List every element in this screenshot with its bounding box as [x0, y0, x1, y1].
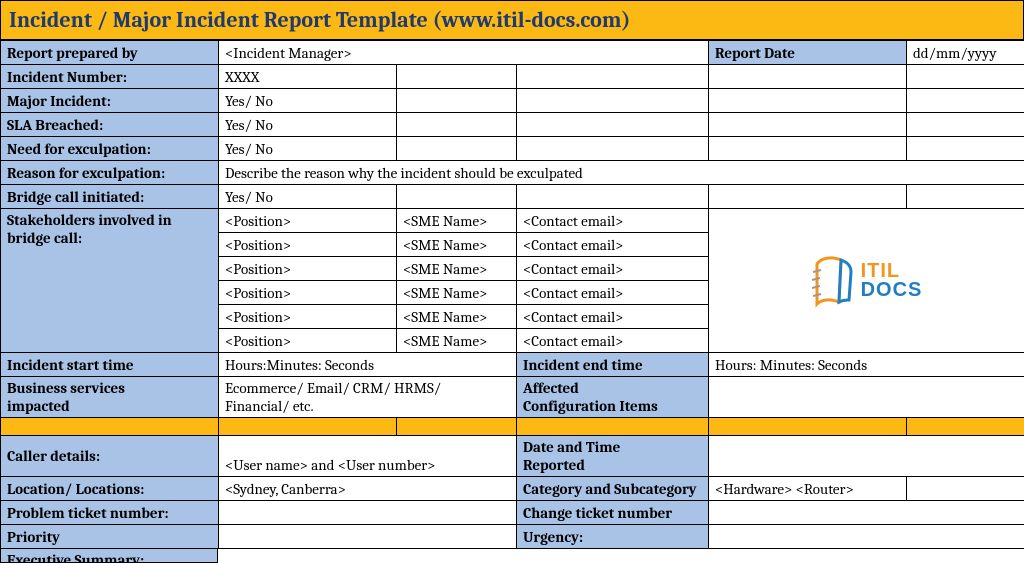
value-need-exculpation[interactable]: Yes/ No — [219, 137, 397, 161]
itil-docs-logo-icon — [811, 252, 855, 310]
cell-blank[interactable] — [517, 113, 709, 137]
stakeholder-position[interactable]: <Position> — [219, 257, 397, 281]
lbl-line: Reported — [523, 456, 585, 474]
stakeholder-position[interactable]: <Position> — [219, 305, 397, 329]
label-exec-summary: Executive Summary: — [0, 549, 218, 563]
label-datetime-reported: Date and Time Reported — [517, 436, 709, 477]
label-category-sub: Category and Subcategory — [517, 477, 709, 501]
label-reason-exculpation: Reason for exculpation: — [1, 161, 219, 185]
label-need-exculpation: Need for exculpation: — [1, 137, 219, 161]
lbl-line: Configuration Items — [523, 397, 658, 415]
value-incident-end[interactable]: Hours: Minutes: Seconds — [709, 353, 1024, 377]
stakeholder-email[interactable]: <Contact email> — [517, 257, 709, 281]
divider-row — [1, 418, 1024, 436]
cell-blank[interactable] — [709, 65, 907, 89]
lbl-line: Business services — [7, 379, 125, 397]
label-major-incident: Major Incident: — [1, 89, 219, 113]
value-incident-number[interactable]: XXXX — [219, 65, 397, 89]
value-priority[interactable] — [219, 525, 517, 549]
label-stakeholders-line1: Stakeholders involved in — [7, 211, 172, 229]
stakeholder-sme[interactable]: <SME Name> — [397, 233, 517, 257]
cell-blank[interactable] — [517, 185, 709, 209]
value-report-date[interactable]: dd/mm/yyyy — [907, 41, 1024, 65]
value-prepared-by[interactable]: <Incident Manager> — [219, 41, 709, 65]
cell-blank[interactable] — [907, 137, 1024, 161]
label-incident-end: Incident end time — [517, 353, 709, 377]
value-business-services[interactable]: Ecommerce/ Email/ CRM/ HRMS/ Financial/ … — [219, 377, 517, 418]
cell-blank[interactable] — [397, 113, 517, 137]
logo-cell: ITIL DOCS — [709, 209, 1024, 353]
stakeholder-sme[interactable]: <SME Name> — [397, 209, 517, 233]
val-line: Ecommerce/ Email/ CRM/ HRMS/ — [225, 379, 441, 397]
value-problem-ticket[interactable] — [219, 501, 517, 525]
label-incident-start: Incident start time — [1, 353, 219, 377]
cell-blank[interactable] — [907, 65, 1024, 89]
label-problem-ticket: Problem ticket number: — [1, 501, 219, 525]
cell-blank[interactable] — [397, 137, 517, 161]
stakeholder-email[interactable]: <Contact email> — [517, 305, 709, 329]
cell-blank[interactable] — [397, 65, 517, 89]
logo-line2: DOCS — [861, 281, 923, 300]
stakeholder-email[interactable]: <Contact email> — [517, 209, 709, 233]
stakeholder-email[interactable]: <Contact email> — [517, 329, 709, 353]
label-report-date: Report Date — [709, 41, 907, 65]
label-business-services: Business services impacted — [1, 377, 219, 418]
logo-text: ITIL DOCS — [861, 262, 923, 300]
stakeholder-sme[interactable]: <SME Name> — [397, 257, 517, 281]
value-sla-breached[interactable]: Yes/ No — [219, 113, 397, 137]
label-priority: Priority — [1, 525, 219, 549]
stakeholder-sme[interactable]: <SME Name> — [397, 329, 517, 353]
cell-blank[interactable] — [907, 185, 1024, 209]
value-locations[interactable]: <Sydney, Canberra> — [219, 477, 517, 501]
label-locations: Location/ Locations: — [1, 477, 219, 501]
value-datetime-reported[interactable] — [709, 436, 1024, 477]
val-line: Financial/ etc. — [225, 397, 314, 415]
cell-blank[interactable] — [709, 89, 907, 113]
lbl-line: Affected — [523, 379, 579, 397]
cell-blank[interactable] — [397, 89, 517, 113]
cell-blank[interactable] — [397, 185, 517, 209]
stakeholder-sme[interactable]: <SME Name> — [397, 305, 517, 329]
document-title: Incident / Major Incident Report Templat… — [0, 0, 1024, 40]
value-category-sub[interactable]: <Hardware> <Router> — [709, 477, 907, 501]
label-incident-number: Incident Number: — [1, 65, 219, 89]
stakeholder-email[interactable]: <Contact email> — [517, 233, 709, 257]
stakeholder-position[interactable]: <Position> — [219, 281, 397, 305]
cell-blank[interactable] — [709, 185, 907, 209]
label-caller-details: Caller details: — [1, 436, 219, 477]
logo-line1: ITIL — [861, 262, 923, 281]
stakeholder-position[interactable]: <Position> — [219, 233, 397, 257]
value-change-ticket[interactable] — [709, 501, 1024, 525]
cell-blank[interactable] — [517, 89, 709, 113]
value-reason-exculpation[interactable]: Describe the reason why the incident sho… — [219, 161, 1024, 185]
value-major-incident[interactable]: Yes/ No — [219, 89, 397, 113]
lbl-line: Date and Time — [523, 438, 620, 456]
value-caller-details[interactable]: <User name> and <User number> — [219, 436, 517, 477]
value-urgency[interactable] — [709, 525, 1024, 549]
stakeholder-sme[interactable]: <SME Name> — [397, 281, 517, 305]
value-incident-start[interactable]: Hours:Minutes: Seconds — [219, 353, 517, 377]
cell-blank[interactable] — [907, 477, 1024, 501]
cell-blank[interactable] — [709, 137, 907, 161]
label-prepared-by: Report prepared by — [1, 41, 219, 65]
cell-blank[interactable] — [709, 113, 907, 137]
value-affected-ci[interactable] — [709, 377, 1024, 418]
label-affected-ci: Affected Configuration Items — [517, 377, 709, 418]
stakeholder-position[interactable]: <Position> — [219, 209, 397, 233]
cell-blank[interactable] — [517, 137, 709, 161]
cell-blank[interactable] — [517, 65, 709, 89]
label-bridge-call: Bridge call initiated: — [1, 185, 219, 209]
lbl-line: impacted — [7, 397, 70, 415]
label-stakeholders: Stakeholders involved in bridge call: — [1, 209, 219, 353]
cell-blank[interactable] — [907, 113, 1024, 137]
value-bridge-call[interactable]: Yes/ No — [219, 185, 397, 209]
stakeholder-position[interactable]: <Position> — [219, 329, 397, 353]
label-urgency: Urgency: — [517, 525, 709, 549]
stakeholder-email[interactable]: <Contact email> — [517, 281, 709, 305]
label-change-ticket: Change ticket number — [517, 501, 709, 525]
report-table: Report prepared by <Incident Manager> Re… — [0, 40, 1024, 549]
label-stakeholders-line2: bridge call: — [7, 229, 82, 247]
label-sla-breached: SLA Breached: — [1, 113, 219, 137]
cell-blank[interactable] — [907, 89, 1024, 113]
